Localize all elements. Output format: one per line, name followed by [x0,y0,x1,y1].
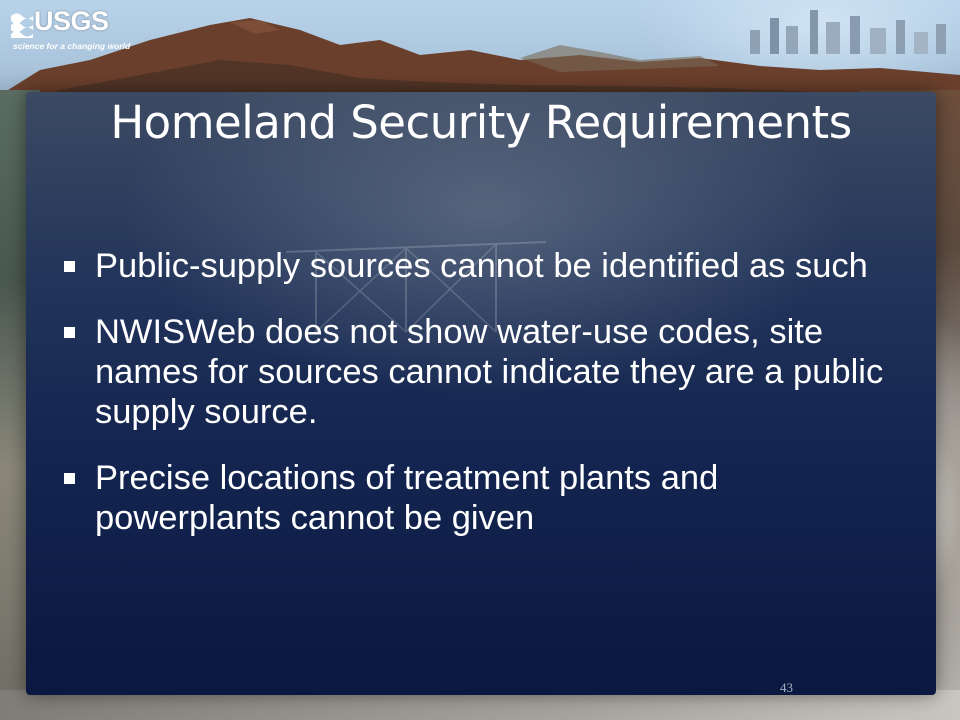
bullet-item: Public-supply sources cannot be identifi… [62,246,902,286]
usgs-wave-mark-icon [11,13,33,38]
usgs-logo: USGS science for a changing world [8,6,130,52]
bullet-text: Public-supply sources cannot be identifi… [95,247,868,285]
city-skyline [750,10,946,54]
bullet-item: Precise locations of treatment plants an… [62,458,902,538]
square-bullet-icon [64,327,75,338]
bullet-text: NWISWeb does not show water-use codes, s… [95,313,884,431]
slide-page-number: 43 [780,680,793,695]
bullet-text: Precise locations of treatment plants an… [95,459,719,537]
bullet-list: Public-supply sources cannot be identifi… [62,246,902,564]
logo-wordmark: USGS [34,6,109,36]
square-bullet-icon [64,473,75,484]
slide-title: Homeland Security Requirements [110,96,852,149]
bullet-item: NWISWeb does not show water-use codes, s… [62,312,902,432]
square-bullet-icon [64,261,75,272]
logo-tagline: science for a changing world [13,41,131,51]
